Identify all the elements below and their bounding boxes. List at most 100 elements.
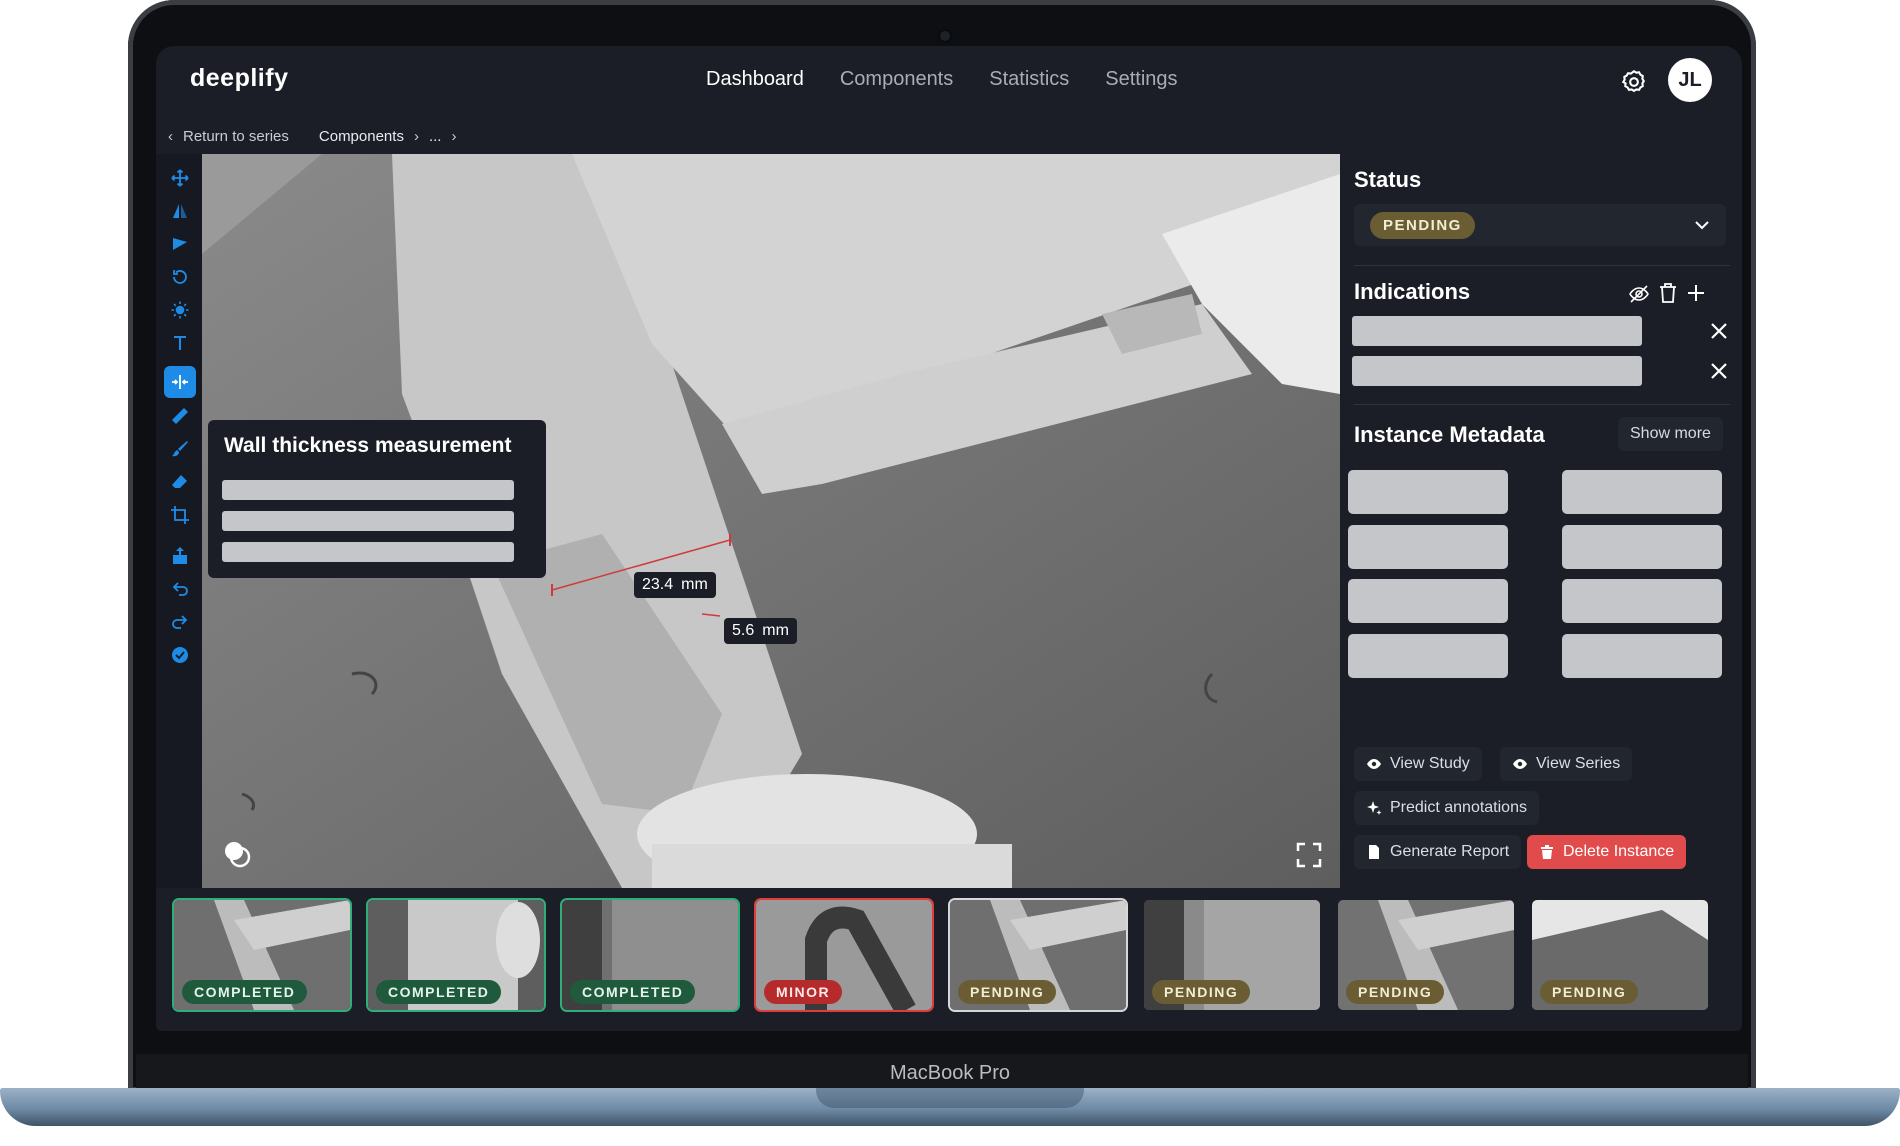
chevron-down-icon bbox=[1695, 221, 1709, 230]
predict-annotations-label: Predict annotations bbox=[1390, 799, 1527, 816]
status-badge: PENDING bbox=[1346, 980, 1445, 1004]
eye-icon bbox=[1513, 759, 1527, 769]
status-badge: COMPLETED bbox=[570, 980, 696, 1004]
text-icon bbox=[174, 336, 186, 350]
metadata-cell bbox=[1348, 470, 1508, 514]
metadata-cell bbox=[1562, 579, 1722, 623]
user-avatar[interactable]: JL bbox=[1668, 58, 1712, 102]
status-badge: PENDING bbox=[1540, 980, 1639, 1004]
laptop-notch bbox=[816, 1088, 1084, 1108]
thumbnail-6[interactable]: PENDING bbox=[1144, 900, 1320, 1010]
measurement-skeleton-row bbox=[222, 480, 514, 500]
breadcrumb: ‹ Return to series Components › ... › bbox=[168, 124, 456, 148]
brightness-tool[interactable] bbox=[164, 294, 196, 326]
measurement-unit: mm bbox=[762, 622, 789, 639]
image-viewer[interactable]: Wall thickness measurement 23.4 mm 5.6 mm bbox=[202, 154, 1340, 888]
text-tool[interactable] bbox=[164, 327, 196, 359]
predict-annotations-button[interactable]: Predict annotations bbox=[1354, 791, 1539, 825]
close-icon[interactable] bbox=[1708, 320, 1730, 342]
close-icon[interactable] bbox=[1708, 360, 1730, 382]
indications-title: Indications bbox=[1354, 279, 1471, 304]
measurement-skeleton-row bbox=[222, 511, 514, 531]
delete-instance-button[interactable]: Delete Instance bbox=[1527, 835, 1687, 869]
rotate-tool[interactable] bbox=[164, 261, 196, 293]
section-divider bbox=[1354, 265, 1730, 266]
nav-statistics[interactable]: Statistics bbox=[989, 68, 1069, 91]
show-more-button[interactable]: Show more bbox=[1618, 417, 1723, 451]
nav-components[interactable]: Components bbox=[840, 68, 953, 91]
thumbnail-4[interactable]: MINOR bbox=[756, 900, 932, 1010]
nav-settings[interactable]: Settings bbox=[1105, 68, 1177, 91]
thumbnail-3[interactable]: COMPLETED bbox=[562, 900, 738, 1010]
redo-tool[interactable] bbox=[164, 606, 196, 638]
nav-dashboard[interactable]: Dashboard bbox=[706, 68, 804, 91]
thumbnail-1[interactable]: COMPLETED bbox=[174, 900, 350, 1010]
status-select[interactable]: PENDING bbox=[1354, 204, 1726, 246]
ruler-tool[interactable] bbox=[164, 400, 196, 432]
app-screen: deeplify Dashboard Components Statistics… bbox=[156, 46, 1742, 1031]
measurement-label-2[interactable]: 5.6 mm bbox=[724, 618, 797, 644]
hide-icon[interactable] bbox=[1628, 283, 1650, 305]
breadcrumb-components-link[interactable]: Components bbox=[319, 128, 404, 145]
breadcrumb-ellipsis[interactable]: ... bbox=[429, 128, 442, 145]
top-bar: deeplify Dashboard Components Statistics… bbox=[156, 46, 1742, 121]
trash-icon[interactable] bbox=[1658, 282, 1678, 304]
details-panel: Status PENDING Indications Instance Meta… bbox=[1340, 154, 1742, 888]
chevron-right-icon: › bbox=[451, 127, 457, 145]
metadata-cell bbox=[1348, 634, 1508, 678]
status-badge: PENDING bbox=[1152, 980, 1251, 1004]
status-badge: PENDING bbox=[958, 980, 1057, 1004]
metadata-cell bbox=[1562, 525, 1722, 569]
eraser-icon bbox=[172, 475, 187, 488]
wall-thickness-tool[interactable] bbox=[164, 366, 196, 398]
brightness-icon bbox=[171, 301, 189, 319]
add-icon[interactable] bbox=[1686, 283, 1706, 303]
rotate-icon bbox=[173, 270, 187, 284]
measurement-value: 23.4 bbox=[642, 576, 674, 593]
thumbnail-5[interactable]: PENDING bbox=[950, 900, 1126, 1010]
view-series-label: View Series bbox=[1536, 755, 1621, 772]
trash-icon bbox=[1541, 845, 1553, 859]
view-series-button[interactable]: View Series bbox=[1500, 747, 1633, 781]
section-divider bbox=[1354, 404, 1730, 405]
undo-tool[interactable] bbox=[164, 573, 196, 605]
annotate-tool[interactable] bbox=[164, 228, 196, 260]
view-study-label: View Study bbox=[1390, 755, 1470, 772]
brush-tool[interactable] bbox=[164, 433, 196, 465]
confirm-icon bbox=[172, 647, 188, 663]
measurement-label-1[interactable]: 23.4 mm bbox=[634, 572, 716, 598]
export-icon bbox=[173, 547, 187, 564]
flip-tool[interactable] bbox=[164, 195, 196, 227]
thumbnail-8[interactable]: PENDING bbox=[1532, 900, 1708, 1010]
eraser-tool[interactable] bbox=[164, 466, 196, 498]
thumbnail-7[interactable]: PENDING bbox=[1338, 900, 1514, 1010]
wall-thickness-icon bbox=[172, 375, 188, 389]
view-study-button[interactable]: View Study bbox=[1354, 747, 1482, 781]
status-badge: COMPLETED bbox=[182, 980, 308, 1004]
metadata-cell bbox=[1348, 579, 1508, 623]
measurement-value: 5.6 bbox=[732, 622, 755, 639]
status-badge: MINOR bbox=[764, 980, 843, 1004]
thumbnail-2[interactable]: COMPLETED bbox=[368, 900, 544, 1010]
measurement-panel-title: Wall thickness measurement bbox=[224, 434, 512, 457]
back-chevron-icon[interactable]: ‹ bbox=[168, 128, 173, 145]
generate-report-button[interactable]: Generate Report bbox=[1354, 835, 1522, 869]
gear-icon[interactable] bbox=[1620, 68, 1648, 96]
redo-icon bbox=[172, 615, 188, 629]
status-badge: PENDING bbox=[1370, 212, 1475, 239]
app-logo[interactable]: deeplify bbox=[190, 64, 288, 93]
annotate-icon bbox=[173, 238, 187, 250]
metadata-cell bbox=[1348, 525, 1508, 569]
export-tool[interactable] bbox=[164, 540, 196, 572]
pan-tool[interactable] bbox=[164, 162, 196, 194]
indication-row[interactable] bbox=[1352, 356, 1642, 386]
fullscreen-icon[interactable] bbox=[1296, 842, 1322, 868]
indication-row[interactable] bbox=[1352, 316, 1642, 346]
contrast-icon[interactable] bbox=[222, 839, 252, 869]
return-to-series-link[interactable]: Return to series bbox=[183, 128, 289, 145]
crop-icon bbox=[171, 506, 189, 524]
status-badge: COMPLETED bbox=[376, 980, 502, 1004]
measurement-skeleton-row bbox=[222, 542, 514, 562]
confirm-tool[interactable] bbox=[164, 639, 196, 671]
crop-tool[interactable] bbox=[164, 499, 196, 531]
